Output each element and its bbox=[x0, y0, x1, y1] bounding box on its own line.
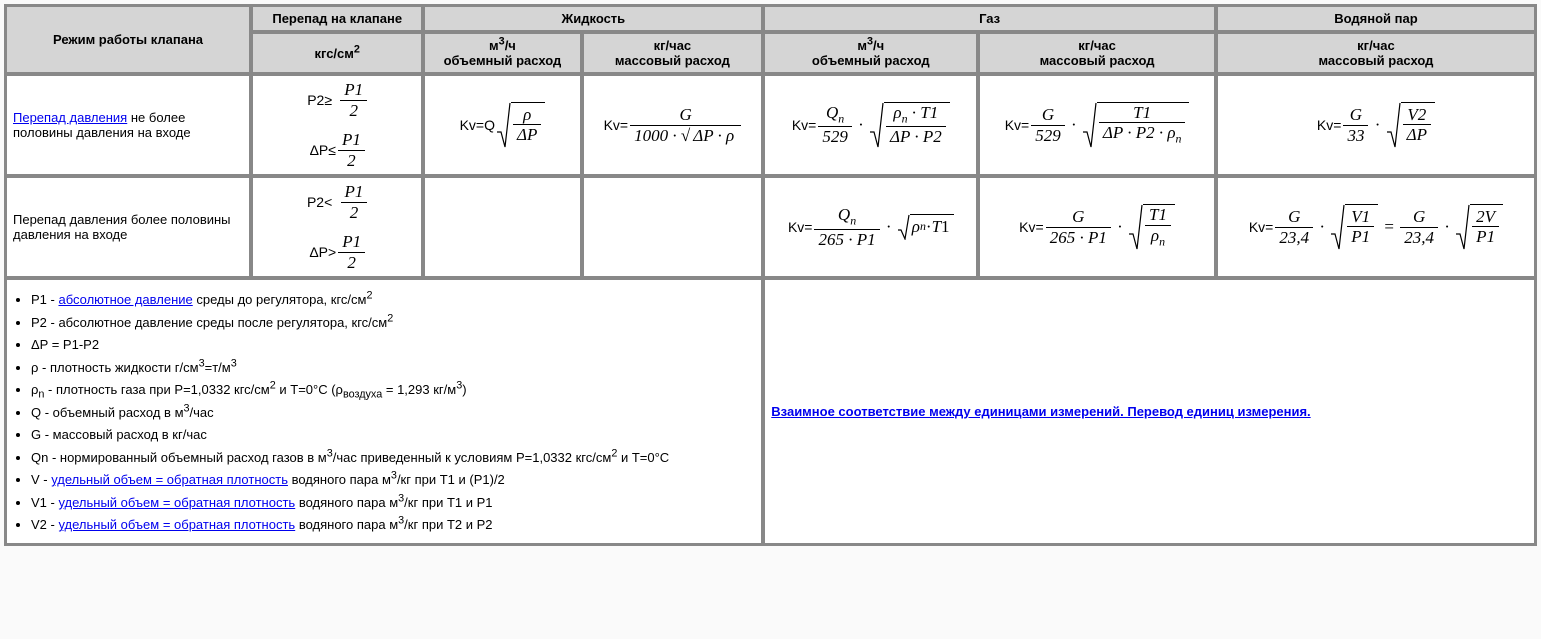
row1-gas-vol: Kv= Qn529 · ρn · T1ΔP · P2 bbox=[764, 75, 977, 175]
row2-liquid-vol bbox=[424, 177, 580, 277]
row1-steam-mass: Kv= G33 · V2ΔP bbox=[1217, 75, 1535, 175]
legend-p1: P1 - абсолютное давление среды до регуля… bbox=[31, 290, 755, 310]
row2-gas-mass: Kv= G265 · P1 · T1ρn bbox=[979, 177, 1215, 277]
header-gas-mass: кг/час массовый расход bbox=[979, 33, 1215, 73]
legend-qn: Qn - нормированный объемный расход газов… bbox=[31, 448, 755, 468]
legend-g: G - массовый расход в кг/час bbox=[31, 425, 755, 445]
header-steam-mass: кг/час массовый расход bbox=[1217, 33, 1535, 73]
header-steam: Водяной пар bbox=[1217, 6, 1535, 31]
legend-v2: V2 - удельный объем = обратная плотность… bbox=[31, 515, 755, 535]
units-link-cell: Взаимное соответствие между единицами из… bbox=[764, 279, 1535, 544]
row2-steam-mass: Kv= G23,4 · V1P1 = G23,4 · 2VP1 bbox=[1217, 177, 1535, 277]
legend-rhon: ρn - плотность газа при P=1,0332 кгс/см2… bbox=[31, 380, 755, 400]
legend-v: V - удельный объем = обратная плотность … bbox=[31, 470, 755, 490]
row2-liquid-mass bbox=[583, 177, 763, 277]
header-gas-vol: м3/чобъемный расход bbox=[764, 33, 977, 73]
header-gas: Газ bbox=[764, 6, 1215, 31]
row2-drop: P2< P12 ΔP>P12 bbox=[252, 177, 422, 277]
header-drop: Перепад на клапане bbox=[252, 6, 422, 31]
absolute-pressure-link[interactable]: абсолютное давление bbox=[58, 292, 192, 307]
legend-p2: P2 - абсолютное давление среды после рег… bbox=[31, 313, 755, 333]
legend-q: Q - объемный расход в м3/час bbox=[31, 403, 755, 423]
row1-gas-mass: Kv= G529 · T1ΔP · P2 · ρn bbox=[979, 75, 1215, 175]
header-liquid: Жидкость bbox=[424, 6, 762, 31]
row1-liquid-mass: Kv= G1000 · √ΔP · ρ bbox=[583, 75, 763, 175]
pressure-drop-link[interactable]: Перепад давления bbox=[13, 110, 127, 125]
specific-volume-link-v2[interactable]: удельный объем = обратная плотность bbox=[58, 517, 295, 532]
header-mode: Режим работы клапана bbox=[6, 6, 250, 73]
row1-drop: P2≥ P12 ΔP≤P12 bbox=[252, 75, 422, 175]
specific-volume-link-v[interactable]: удельный объем = обратная плотность bbox=[51, 472, 288, 487]
row-critical: Перепад давления более половины давления… bbox=[6, 177, 1535, 277]
row2-gas-vol: Kv= Qn265 · P1 · ρn · T1 bbox=[764, 177, 977, 277]
row1-liquid-vol: Kv=Q ρΔP bbox=[424, 75, 580, 175]
header-liquid-mass: кг/час массовый расход bbox=[583, 33, 763, 73]
legend-dp: ΔP = P1-P2 bbox=[31, 335, 755, 355]
legend-rho: ρ - плотность жидкости г/см3=т/м3 bbox=[31, 358, 755, 378]
row1-label: Перепад давления не более половины давле… bbox=[6, 75, 250, 175]
specific-volume-link-v1[interactable]: удельный объем = обратная плотность bbox=[58, 495, 295, 510]
header-liquid-vol: м3/чобъемный расход bbox=[424, 33, 580, 73]
header-drop-unit: кгс/см2 bbox=[252, 33, 422, 73]
row2-label: Перепад давления более половины давления… bbox=[6, 177, 250, 277]
unit-conversion-link[interactable]: Взаимное соответствие между единицами из… bbox=[771, 404, 1310, 419]
legend-cell: P1 - абсолютное давление среды до регуля… bbox=[6, 279, 762, 544]
kv-formula-table: Режим работы клапана Перепад на клапане … bbox=[4, 4, 1537, 546]
legend-row: P1 - абсолютное давление среды до регуля… bbox=[6, 279, 1535, 544]
row-subcritical: Перепад давления не более половины давле… bbox=[6, 75, 1535, 175]
legend-v1: V1 - удельный объем = обратная плотность… bbox=[31, 493, 755, 513]
